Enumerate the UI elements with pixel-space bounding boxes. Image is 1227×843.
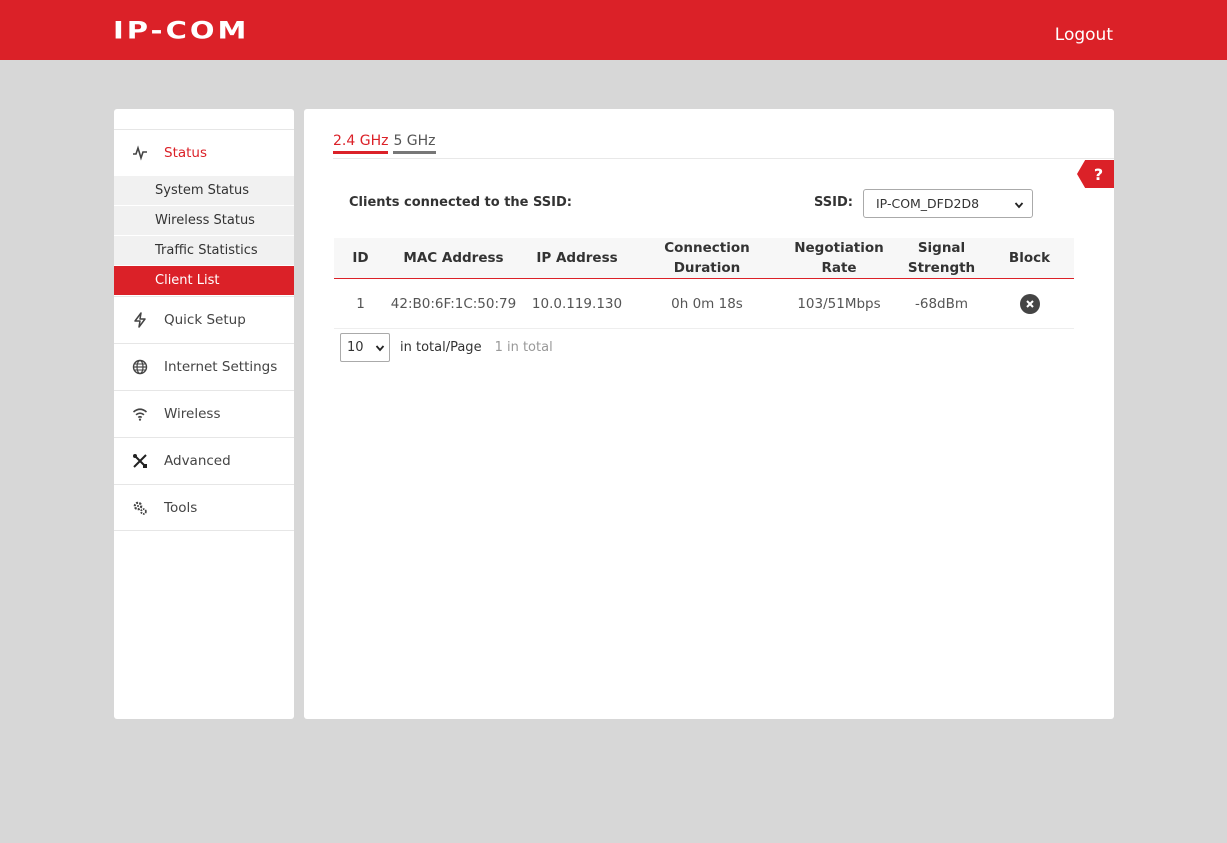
sidebar-subitem-traffic-statistics[interactable]: Traffic Statistics — [114, 236, 294, 266]
sidebar: Status System Status Wireless Status Tra… — [114, 109, 294, 719]
header-duration: Connection Duration — [664, 240, 750, 276]
sidebar-item-label: Wireless — [164, 406, 221, 422]
sidebar-item-advanced[interactable]: Advanced — [114, 437, 294, 484]
cell-duration: 0h 0m 18s — [671, 295, 743, 312]
sidebar-subitem-system-status[interactable]: System Status — [114, 176, 294, 206]
cell-rate: 103/51Mbps — [797, 295, 881, 312]
header-signal: Signal Strength — [907, 240, 976, 276]
cell-ip: 10.0.119.130 — [531, 295, 623, 312]
header-rate: Negotiation Rate — [794, 240, 884, 276]
main-panel: 2.4 GHz 5 GHz ? Clients connected to the… — [304, 109, 1114, 719]
bolt-icon — [132, 312, 148, 328]
sidebar-item-label: Advanced — [164, 453, 231, 469]
ssid-label: SSID: — [814, 195, 853, 210]
sidebar-item-label: Internet Settings — [164, 359, 278, 375]
sidebar-item-label: Status — [164, 145, 208, 161]
per-page-label: in total/Page — [400, 340, 482, 355]
sidebar-item-tools[interactable]: Tools — [114, 484, 294, 531]
tab-2-4ghz[interactable]: 2.4 GHz — [333, 133, 389, 154]
header-mac: MAC Address — [403, 250, 504, 266]
pulse-icon — [132, 145, 148, 161]
help-button[interactable]: ? — [1077, 160, 1114, 188]
page-size-value: 10 — [347, 340, 364, 355]
table-header: ID MAC Address IP Address Connection Dur… — [334, 238, 1074, 279]
close-icon — [1025, 299, 1034, 308]
table-row: 1 42:B0:6F:1C:50:79 10.0.119.130 0h 0m 1… — [334, 279, 1074, 329]
sidebar-item-label: Quick Setup — [164, 312, 246, 328]
sidebar-item-status[interactable]: Status — [114, 129, 294, 176]
header-block: Block — [1008, 250, 1051, 266]
pager: 10 in total/Page 1 in total — [340, 333, 553, 362]
band-tabs: 2.4 GHz 5 GHz — [333, 133, 436, 154]
total-label: 1 in total — [494, 340, 553, 355]
tab-divider — [333, 158, 1114, 159]
sidebar-item-internet-settings[interactable]: Internet Settings — [114, 343, 294, 390]
chevron-down-icon — [1014, 198, 1024, 213]
wifi-icon — [132, 406, 148, 422]
sidebar-item-quick-setup[interactable]: Quick Setup — [114, 296, 294, 343]
client-table: ID MAC Address IP Address Connection Dur… — [334, 238, 1074, 329]
page-size-select[interactable]: 10 — [340, 333, 390, 362]
logout-link[interactable]: Logout — [1055, 24, 1113, 46]
cell-id: 1 — [356, 295, 365, 312]
gears-icon — [132, 500, 148, 516]
cell-signal: -68dBm — [914, 295, 969, 312]
block-client-button[interactable] — [1019, 293, 1040, 314]
top-bar: IP-COM Logout — [0, 0, 1227, 60]
tab-5ghz[interactable]: 5 GHz — [393, 133, 436, 154]
ssid-select-value: IP-COM_DFD2D8 — [876, 196, 980, 211]
ssid-select[interactable]: IP-COM_DFD2D8 — [863, 189, 1033, 218]
sidebar-subitem-wireless-status[interactable]: Wireless Status — [114, 206, 294, 236]
logo: IP-COM — [113, 16, 250, 45]
sidebar-item-wireless[interactable]: Wireless — [114, 390, 294, 437]
chevron-down-icon — [375, 342, 385, 357]
tools-icon — [132, 453, 148, 469]
header-ip: IP Address — [536, 250, 618, 266]
cell-mac: 42:B0:6F:1C:50:79 — [390, 295, 517, 312]
sidebar-subitem-client-list[interactable]: Client List — [114, 266, 294, 296]
header-id: ID — [352, 250, 369, 266]
clients-label: Clients connected to the SSID: — [349, 195, 572, 210]
status-submenu: System Status Wireless Status Traffic St… — [114, 176, 294, 296]
sidebar-item-label: Tools — [164, 499, 198, 516]
cell-block — [985, 279, 1074, 328]
globe-icon — [132, 359, 148, 375]
